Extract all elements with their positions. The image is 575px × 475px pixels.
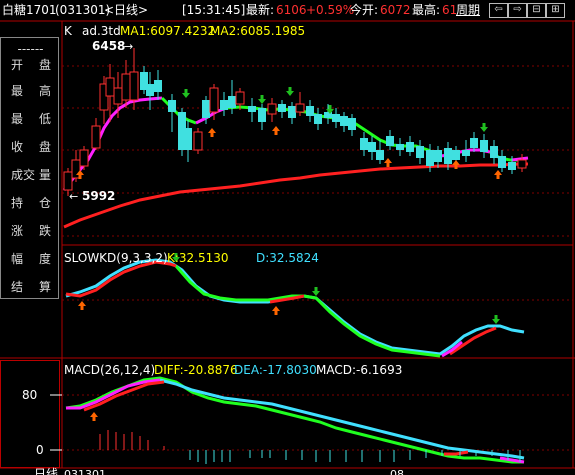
candle-body [288, 106, 296, 118]
buy-signal-icon [78, 301, 86, 310]
candle-body [168, 100, 176, 112]
sell-signal-icon [182, 89, 190, 98]
sell-signal-icon [480, 123, 488, 132]
macd-axis-80: 80 [22, 388, 37, 402]
kline-chart-area[interactable]: 6458 → ← 5992 K ad.3td MA1:6097.4232 MA2… [0, 0, 575, 475]
candle-body [386, 136, 394, 146]
candle-body [462, 150, 470, 156]
kd-k-value: K:32.5130 [167, 251, 229, 265]
candle-body [193, 131, 203, 151]
candle-body [146, 84, 154, 96]
buy-signal-icon [272, 126, 280, 135]
kd-d-value: D:32.5824 [256, 251, 319, 265]
candle-body [258, 108, 266, 122]
sell-signal-icon [492, 315, 500, 324]
candle-body [406, 142, 414, 152]
buy-signal-icon [452, 160, 460, 169]
high-marker-arrow: → [124, 40, 133, 53]
candle-body [508, 162, 516, 170]
candle-body [444, 148, 452, 164]
candle-body [129, 71, 139, 101]
candle-body [79, 149, 89, 167]
candle-body [396, 144, 404, 150]
sell-signal-icon [312, 287, 320, 296]
buy-signal-icon [494, 170, 502, 179]
candle-body [332, 114, 340, 122]
ma1-legend: MA1:6097.4232 [120, 24, 215, 38]
kd-d-line [174, 265, 441, 358]
buy-signal-icon [90, 412, 98, 421]
candle-body [267, 103, 277, 115]
macd-dea-value: DEA:-17.8030 [234, 363, 317, 377]
candle-body [434, 150, 442, 162]
candle-body [452, 150, 460, 160]
candle-body [480, 140, 488, 152]
macd-value: MACD:-6.1693 [316, 363, 402, 377]
candle-body [91, 125, 101, 149]
candle-body [368, 142, 376, 152]
candle-body [314, 114, 322, 124]
legend-k: K [64, 24, 73, 38]
candle-body [209, 87, 219, 113]
legend-name: ad.3td [82, 24, 121, 38]
high-price-marker: 6458 [92, 39, 125, 53]
candle-body [295, 103, 305, 113]
candle-body [416, 146, 424, 158]
sell-signal-icon [258, 95, 266, 104]
candle-body [498, 156, 506, 168]
candle-body [348, 118, 356, 130]
candle-body [517, 159, 527, 169]
candle-body [184, 128, 192, 150]
candlesticks [63, 48, 527, 196]
macd-dea-line [159, 378, 525, 460]
low-marker-arrow: ← [69, 190, 78, 203]
ma2-line [63, 162, 528, 229]
candle-body [426, 150, 434, 166]
bottom-code: 031301 [64, 468, 106, 475]
candle-body [63, 171, 73, 191]
macd-histogram [99, 430, 521, 464]
candle-body [360, 138, 368, 150]
buy-signal-icon [384, 158, 392, 167]
candle-body [228, 96, 236, 108]
candle-body [490, 146, 498, 158]
candle-body [278, 104, 286, 112]
candle-body [105, 77, 115, 97]
macd-axis-0: 0 [36, 443, 44, 457]
candle-body [113, 87, 123, 105]
candle-body [470, 138, 478, 148]
buy-signal-icon [272, 306, 280, 315]
macd-tail-red [444, 450, 469, 456]
candle-body [248, 106, 256, 112]
kd-k-line [65, 258, 525, 356]
buy-signal-icon [208, 128, 216, 137]
candle-body [340, 116, 348, 126]
bottom-period: 日线 [34, 467, 58, 475]
bottom-date: 08 [390, 468, 404, 475]
kd-title: SLOWKD(9,3,3,2) [64, 251, 168, 265]
candle-body [220, 100, 228, 110]
candle-body [235, 91, 245, 105]
candle-body [154, 80, 162, 92]
low-price-marker: 5992 [82, 189, 115, 203]
ma2-legend: MA2:6085.1985 [210, 24, 305, 38]
sell-signal-icon [286, 87, 294, 96]
macd-diff-value: DIFF:-20.8876 [154, 363, 238, 377]
candle-body [202, 100, 210, 118]
candle-body [306, 106, 314, 116]
candle-body [376, 150, 384, 160]
chart-frames [0, 20, 575, 469]
candle-body [121, 73, 131, 101]
macd-title: MACD(26,12,4) [64, 363, 155, 377]
